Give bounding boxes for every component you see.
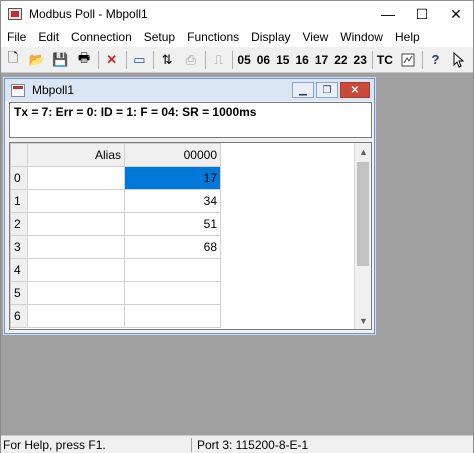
delete-icon[interactable]: ✕ [102,50,122,70]
table-row: 6 [10,304,221,328]
menu-edit[interactable]: Edit [32,27,65,47]
toolbar-divider [153,50,155,69]
row-index[interactable]: 6 [10,304,28,328]
function-06-button[interactable]: 06 [256,50,271,70]
table-row: 3 68 [10,235,221,259]
table-row: 4 [10,258,221,282]
function-22-button[interactable]: 22 [333,50,348,70]
help-icon[interactable]: ? [426,50,446,70]
row-index[interactable]: 3 [10,235,28,259]
alias-cell[interactable] [27,281,125,305]
toolbar-divider [97,50,99,69]
menu-functions[interactable]: Functions [181,27,245,47]
toolbar-divider [371,50,373,69]
toolbar: 🗋 📂 💾 🖶 ✕ ▭ ⇅ ⎙ ⎍ 05 06 15 16 17 22 23 T… [1,47,473,73]
address-column-header[interactable]: 00000 [124,143,221,167]
function-16-button[interactable]: 16 [294,50,309,70]
menu-file[interactable]: File [1,27,32,47]
menu-setup[interactable]: Setup [138,27,181,47]
table-row: 5 [10,281,221,305]
alias-cell[interactable] [27,304,125,328]
vertical-scrollbar[interactable]: ▲ ▼ [354,143,371,329]
alias-cell[interactable] [27,212,125,236]
menu-view[interactable]: View [297,27,335,47]
alias-column-header[interactable]: Alias [27,143,125,167]
help-hint: For Help, press F1. [3,438,106,452]
alias-cell[interactable] [27,189,125,213]
child-window-mbpoll1: Mbpoll1 ▁ ❐ ✕ Tx = 7: Err = 0: ID = 1: F… [4,78,375,334]
toolbar-divider [421,50,423,69]
child-close-button[interactable]: ✕ [340,82,370,98]
function-05-button[interactable]: 05 [236,50,251,70]
row-index[interactable]: 2 [10,212,28,236]
row-index[interactable]: 4 [10,258,28,282]
status-bar: For Help, press F1. Port 3: 115200-8-E-1 [1,435,473,453]
value-cell[interactable]: 51 [124,212,221,236]
minimize-button[interactable]: — [371,1,405,27]
close-button[interactable]: ✕ [439,1,473,27]
print-icon[interactable]: 🖶 [74,50,94,70]
table-row: 1 34 [10,189,221,213]
table-row: 2 51 [10,212,221,236]
document-icon[interactable] [11,83,25,97]
menu-display[interactable]: Display [245,27,296,47]
value-cell[interactable]: 68 [124,235,221,259]
value-cell[interactable] [124,281,221,305]
toolbar-divider [125,50,127,69]
row-index[interactable]: 1 [10,189,28,213]
value-cell[interactable]: 34 [124,189,221,213]
function-23-button[interactable]: 23 [353,50,368,70]
title-bar[interactable]: Modbus Poll - Mbpoll1 — ☐ ✕ [1,1,473,27]
alias-cell[interactable] [27,258,125,282]
child-minimize-button[interactable]: ▁ [292,82,314,98]
value-cell[interactable] [124,304,221,328]
connect-icon[interactable]: ⇅ [157,50,177,70]
menu-window[interactable]: Window [334,27,389,47]
child-restore-button[interactable]: ❐ [316,82,338,98]
value-cell[interactable]: 17 [124,166,221,190]
child-window-title: Mbpoll1 [32,83,75,97]
child-title-bar[interactable]: Mbpoll1 ▁ ❐ ✕ [5,79,374,101]
disconnect-icon[interactable]: ⎙ [181,50,201,70]
menu-connection[interactable]: Connection [65,27,138,47]
context-help-icon[interactable] [449,50,469,70]
register-table: Alias 00000 0 17 1 34 2 51 3 68 4 5 6 [10,143,221,328]
menu-bar: File Edit Connection Setup Functions Dis… [1,27,473,47]
toolbar-divider [232,50,234,69]
new-window-icon[interactable]: ▭ [130,50,150,70]
traffic-counter-button[interactable]: TC [376,50,394,70]
row-index[interactable]: 0 [10,166,28,190]
toolbar-divider [204,50,206,69]
function-17-button[interactable]: 17 [314,50,329,70]
open-folder-icon[interactable]: 📂 [27,50,47,70]
header-row: Alias 00000 [10,143,221,167]
communication-traffic-icon[interactable] [398,50,418,70]
mdi-workspace: Mbpoll1 ▁ ❐ ✕ Tx = 7: Err = 0: ID = 1: F… [1,74,473,435]
value-cell[interactable] [124,258,221,282]
grid-corner[interactable] [10,143,28,167]
table-row: 0 17 [10,166,221,190]
register-grid: Alias 00000 0 17 1 34 2 51 3 68 4 5 6 ▲ … [9,142,372,330]
scroll-up-arrow-icon[interactable]: ▲ [355,143,371,160]
status-divider [191,438,192,452]
function-15-button[interactable]: 15 [275,50,290,70]
new-document-icon[interactable]: 🗋 [3,50,23,70]
scrollbar-thumb[interactable] [357,162,369,266]
port-settings: Port 3: 115200-8-E-1 [197,438,309,452]
pulse-icon[interactable]: ⎍ [209,50,229,70]
maximize-button[interactable]: ☐ [405,1,439,27]
save-icon[interactable]: 💾 [50,50,70,70]
scroll-down-arrow-icon[interactable]: ▼ [355,312,371,329]
menu-help[interactable]: Help [389,27,426,47]
row-index[interactable]: 5 [10,281,28,305]
alias-cell[interactable] [27,166,125,190]
modbus-poll-window: Modbus Poll - Mbpoll1 — ☐ ✕ File Edit Co… [0,0,474,453]
alias-cell[interactable] [27,235,125,259]
window-title: Modbus Poll - Mbpoll1 [29,7,148,21]
app-icon[interactable] [8,8,22,20]
poll-status-line: Tx = 7: Err = 0: ID = 1: F = 04: SR = 10… [9,102,372,138]
